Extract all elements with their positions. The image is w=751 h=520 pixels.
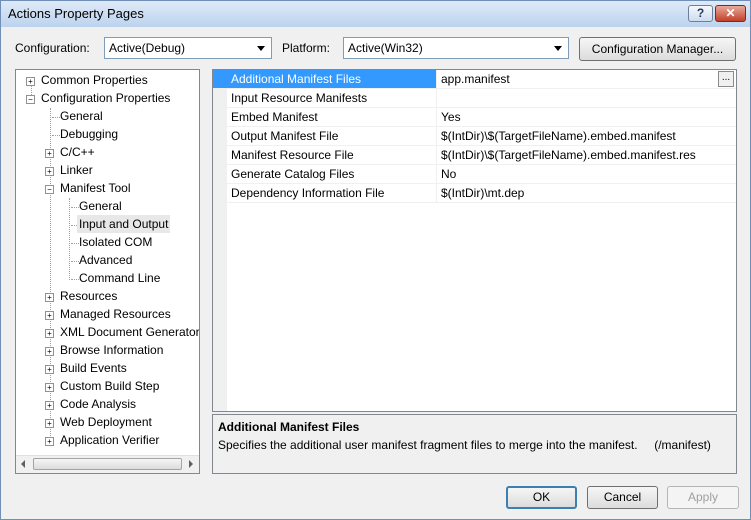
- expand-icon[interactable]: +: [26, 77, 35, 86]
- tree-item-build-events[interactable]: Build Events: [60, 359, 127, 377]
- scroll-right-icon[interactable]: [189, 460, 193, 468]
- chevron-down-icon: [255, 41, 268, 55]
- tree-item-command-line[interactable]: Command Line: [79, 269, 160, 287]
- tree-item-configuration-properties[interactable]: Configuration Properties: [41, 89, 170, 107]
- description-panel: Additional Manifest Files Specifies the …: [212, 414, 737, 474]
- property-name[interactable]: Embed Manifest: [213, 108, 437, 127]
- platform-select[interactable]: Active(Win32): [343, 37, 569, 59]
- grid-row[interactable]: Output Manifest File $(IntDir)\$(TargetF…: [213, 127, 736, 146]
- tree-item-isolated-com[interactable]: Isolated COM: [79, 233, 152, 251]
- tree-item-general[interactable]: General: [60, 107, 103, 125]
- tree-item-c-cpp[interactable]: C/C++: [60, 143, 95, 161]
- property-name[interactable]: Generate Catalog Files: [213, 165, 437, 184]
- settings-tree[interactable]: + Common Properties − Configuration Prop…: [15, 69, 200, 474]
- expand-icon[interactable]: +: [45, 383, 54, 392]
- tree-horizontal-scrollbar[interactable]: [16, 455, 199, 473]
- expand-icon[interactable]: +: [45, 311, 54, 320]
- cancel-button[interactable]: Cancel: [587, 486, 658, 509]
- configuration-value: Active(Debug): [109, 41, 186, 55]
- property-value[interactable]: No: [437, 165, 736, 184]
- property-name[interactable]: Dependency Information File: [213, 184, 437, 203]
- property-value[interactable]: $(IntDir)\mt.dep: [437, 184, 736, 203]
- tree-item-web-deployment[interactable]: Web Deployment: [60, 413, 152, 431]
- property-name[interactable]: Manifest Resource File: [213, 146, 437, 165]
- expand-icon[interactable]: +: [45, 437, 54, 446]
- grid-row[interactable]: Manifest Resource File $(IntDir)\$(Targe…: [213, 146, 736, 165]
- expand-icon[interactable]: +: [45, 365, 54, 374]
- help-button[interactable]: ?: [688, 5, 713, 22]
- property-name[interactable]: Output Manifest File: [213, 127, 437, 146]
- property-value[interactable]: $(IntDir)\$(TargetFileName).embed.manife…: [437, 127, 736, 146]
- description-heading: Additional Manifest Files: [218, 420, 360, 434]
- grid-row[interactable]: Dependency Information File $(IntDir)\mt…: [213, 184, 736, 203]
- scrollbar-thumb[interactable]: [33, 458, 182, 470]
- collapse-icon[interactable]: −: [45, 185, 54, 194]
- browse-button[interactable]: ...: [718, 71, 734, 87]
- tree-item-browse-information[interactable]: Browse Information: [60, 341, 163, 359]
- property-value[interactable]: Yes: [437, 108, 736, 127]
- property-pages-dialog: Actions Property Pages ? ✕ Configuration…: [0, 0, 751, 520]
- property-name[interactable]: Input Resource Manifests: [213, 89, 437, 108]
- tree-item-advanced[interactable]: Advanced: [79, 251, 132, 269]
- configuration-manager-button[interactable]: Configuration Manager...: [579, 37, 736, 61]
- tree-item-manifest-tool[interactable]: Manifest Tool: [60, 179, 130, 197]
- property-value: app.manifest: [441, 72, 510, 86]
- grid-row[interactable]: Embed Manifest Yes: [213, 108, 736, 127]
- platform-label: Platform:: [282, 41, 331, 55]
- tree-item-code-analysis[interactable]: Code Analysis: [60, 395, 136, 413]
- grid-row[interactable]: Additional Manifest Files app.manifest .…: [213, 70, 736, 89]
- property-value[interactable]: $(IntDir)\$(TargetFileName).embed.manife…: [437, 146, 736, 165]
- tree-item-resources[interactable]: Resources: [60, 287, 117, 305]
- expand-icon[interactable]: +: [45, 329, 54, 338]
- property-grid[interactable]: Additional Manifest Files app.manifest .…: [212, 69, 737, 412]
- expand-icon[interactable]: +: [45, 401, 54, 410]
- close-button[interactable]: ✕: [715, 5, 746, 22]
- tree-item-custom-build-step[interactable]: Custom Build Step: [60, 377, 159, 395]
- expand-icon[interactable]: +: [45, 149, 54, 158]
- apply-button[interactable]: Apply: [667, 486, 739, 509]
- configuration-label: Configuration:: [15, 41, 90, 55]
- tree-item-common-properties[interactable]: Common Properties: [41, 71, 148, 89]
- property-name[interactable]: Additional Manifest Files: [213, 70, 437, 89]
- expand-icon[interactable]: +: [45, 167, 54, 176]
- grid-row[interactable]: Input Resource Manifests: [213, 89, 736, 108]
- collapse-icon[interactable]: −: [26, 95, 35, 104]
- tree-item-mt-general[interactable]: General: [79, 197, 122, 215]
- tree-item-linker[interactable]: Linker: [60, 161, 93, 179]
- tree-item-input-and-output[interactable]: Input and Output: [77, 215, 171, 233]
- expand-icon[interactable]: +: [45, 347, 54, 356]
- tree-item-xml-document-generator[interactable]: XML Document Generator: [60, 323, 199, 341]
- window-title: Actions Property Pages: [8, 6, 144, 21]
- property-value[interactable]: [437, 89, 736, 108]
- tree-item-managed-resources[interactable]: Managed Resources: [60, 305, 171, 323]
- configuration-select[interactable]: Active(Debug): [104, 37, 272, 59]
- tree-item-application-verifier[interactable]: Application Verifier: [60, 431, 159, 449]
- description-text: Specifies the additional user manifest f…: [218, 438, 711, 452]
- chevron-down-icon: [552, 41, 565, 55]
- property-value-input[interactable]: app.manifest ...: [437, 70, 736, 89]
- platform-value: Active(Win32): [348, 41, 423, 55]
- grid-row[interactable]: Generate Catalog Files No: [213, 165, 736, 184]
- title-bar[interactable]: Actions Property Pages ? ✕: [1, 1, 750, 27]
- tree-item-debugging[interactable]: Debugging: [60, 125, 118, 143]
- expand-icon[interactable]: +: [45, 293, 54, 302]
- ok-button[interactable]: OK: [506, 486, 577, 509]
- expand-icon[interactable]: +: [45, 419, 54, 428]
- scroll-left-icon[interactable]: [21, 460, 25, 468]
